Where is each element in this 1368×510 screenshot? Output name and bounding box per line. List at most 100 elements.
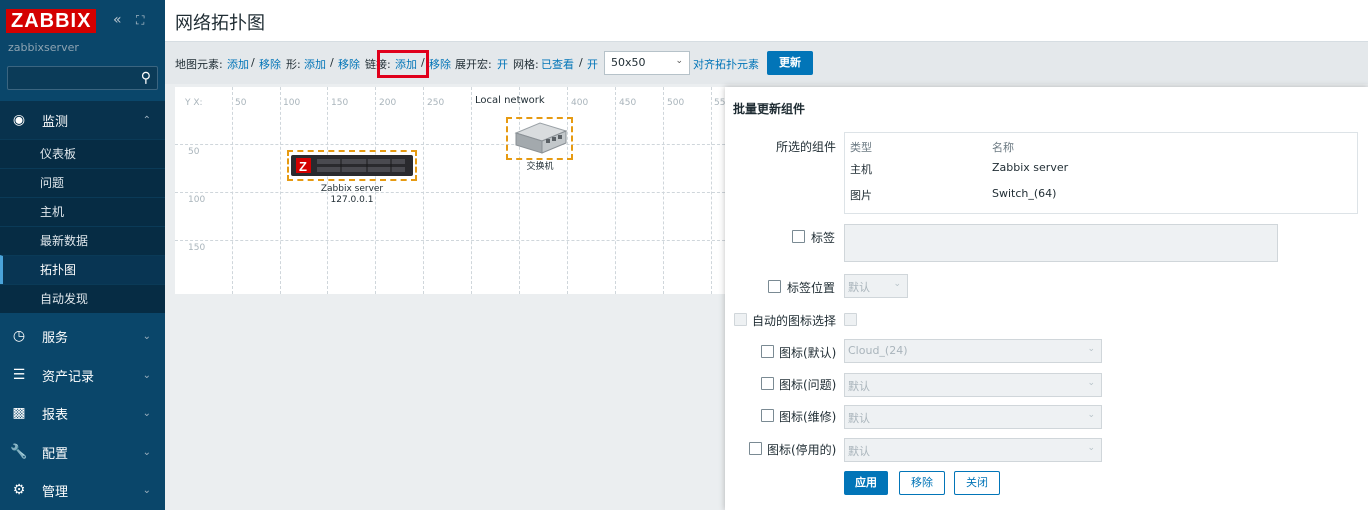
label-position-checkbox[interactable] bbox=[768, 280, 781, 293]
icon-maintenance-label: 图标(维修) bbox=[779, 410, 837, 424]
wrench-icon: 🔧 bbox=[10, 444, 28, 460]
auto-icon-checkbox[interactable] bbox=[734, 313, 747, 326]
x-tick: 55 bbox=[714, 98, 725, 108]
menu-inventory-label: 资产记录 bbox=[42, 369, 95, 385]
update-button[interactable]: 更新 bbox=[767, 51, 813, 75]
x-tick: 400 bbox=[571, 98, 589, 108]
submenu-maps[interactable]: 拓扑图 bbox=[0, 255, 165, 284]
icon-disabled-checkbox[interactable] bbox=[749, 442, 762, 455]
collapse-sidebar-icon[interactable]: « bbox=[113, 11, 122, 29]
expand-macros-toggle[interactable]: 开 bbox=[497, 56, 508, 72]
server-ip-label: 127.0.0.1 bbox=[330, 195, 374, 205]
menu-administration[interactable]: ⚙ 管理 ⌄ bbox=[0, 471, 165, 509]
page-title: 网络拓扑图 bbox=[175, 13, 265, 34]
icon-problem-label: 图标(问题) bbox=[779, 378, 837, 392]
icon-default-select[interactable]: Cloud_(24) ⌄ bbox=[844, 339, 1102, 363]
close-button[interactable]: 关闭 bbox=[954, 471, 1000, 495]
icon-default-checkbox[interactable] bbox=[761, 345, 774, 358]
chevron-down-icon: ⌄ bbox=[142, 369, 151, 381]
search-icon[interactable]: ⚲ bbox=[141, 70, 151, 86]
local-network-label: Local network bbox=[475, 95, 545, 106]
column-header-name: 名称 bbox=[992, 141, 1014, 154]
switch-icon[interactable] bbox=[510, 121, 569, 156]
menu-services[interactable]: ◷ 服务 ⌄ bbox=[0, 317, 165, 355]
icon-default-value: Cloud_(24) bbox=[848, 344, 908, 357]
table-cell: 图片 bbox=[850, 189, 872, 202]
chevron-up-icon: ⌃ bbox=[142, 114, 151, 126]
x-tick: 50 bbox=[235, 98, 247, 108]
menu-inventory[interactable]: ☰ 资产记录 ⌄ bbox=[0, 356, 165, 394]
clock-icon: ◷ bbox=[12, 328, 26, 344]
menu-reports-label: 报表 bbox=[42, 407, 69, 423]
icon-disabled-label: 图标(停用的) bbox=[767, 443, 837, 457]
grid-shown-toggle[interactable]: 已查看 bbox=[541, 56, 574, 72]
table-cell: Switch_(64) bbox=[992, 187, 1057, 200]
grid-label: 网格: bbox=[513, 58, 539, 71]
eye-icon: ◉ bbox=[12, 112, 26, 128]
list-icon: ☰ bbox=[12, 367, 26, 383]
y-tick: 50 bbox=[188, 147, 200, 157]
remove-shape-link[interactable]: 移除 bbox=[338, 56, 360, 72]
highlight-annotation-box bbox=[377, 50, 429, 78]
menu-reports[interactable]: ▩ 报表 ⌄ bbox=[0, 394, 165, 432]
y-tick: 150 bbox=[188, 243, 206, 253]
grid-size-select[interactable]: 50x50 ⌄ bbox=[604, 51, 690, 75]
zabbix-logo[interactable]: ZABBIX bbox=[6, 9, 97, 33]
menu-monitoring[interactable]: ◉ 监测 ⌃ bbox=[0, 101, 165, 139]
submenu-dashboard[interactable]: 仪表板 bbox=[0, 139, 165, 168]
submenu-problems[interactable]: 问题 bbox=[0, 168, 165, 197]
icon-maintenance-select[interactable]: 默认 ⌄ bbox=[844, 405, 1102, 429]
submenu-hosts[interactable]: 主机 bbox=[0, 197, 165, 226]
bar-chart-icon: ▩ bbox=[12, 405, 26, 421]
menu-services-label: 服务 bbox=[42, 330, 69, 346]
icon-default-label: 图标(默认) bbox=[779, 346, 837, 360]
mass-update-dialog: 批量更新组件 所选的组件 类型 名称 主机 Zabbix server 图片 S… bbox=[725, 87, 1368, 510]
submenu-latest-data[interactable]: 最新数据 bbox=[0, 226, 165, 255]
add-shape-link[interactable]: 添加 bbox=[304, 56, 326, 72]
expand-macros-label: 展开宏: bbox=[455, 58, 492, 71]
icon-maintenance-value: 默认 bbox=[848, 412, 870, 425]
icon-disabled-select[interactable]: 默认 ⌄ bbox=[844, 438, 1102, 462]
chevron-down-icon: ⌄ bbox=[675, 56, 683, 66]
grid-line bbox=[471, 87, 472, 294]
chevron-down-icon: ⌄ bbox=[142, 407, 151, 419]
gear-icon: ⚙ bbox=[12, 482, 26, 498]
apply-button[interactable]: 应用 bbox=[844, 471, 888, 495]
chevron-down-icon: ⌄ bbox=[893, 279, 901, 289]
submenu-discovery[interactable]: 自动发现 bbox=[0, 284, 165, 313]
add-element-link[interactable]: 添加 bbox=[227, 56, 249, 72]
map-canvas[interactable]: Y X: 50 100 150 200 250 400 450 500 55 5… bbox=[175, 87, 725, 294]
chevron-down-icon: ⌄ bbox=[142, 330, 151, 342]
label-position-select[interactable]: 默认 ⌄ bbox=[844, 274, 908, 298]
grid-line bbox=[663, 87, 664, 294]
x-tick: 250 bbox=[427, 98, 445, 108]
selected-elements-label: 所选的组件 bbox=[775, 140, 836, 154]
auto-icon-label: 自动的图标选择 bbox=[752, 314, 837, 328]
x-tick: 500 bbox=[667, 98, 685, 108]
icon-maintenance-checkbox[interactable] bbox=[761, 409, 774, 422]
remove-link-link[interactable]: 移除 bbox=[429, 56, 451, 72]
chevron-down-icon: ⌄ bbox=[142, 484, 151, 496]
label-textarea[interactable] bbox=[844, 224, 1278, 262]
kiosk-mode-icon[interactable]: ⛶ bbox=[136, 11, 144, 29]
remove-element-link[interactable]: 移除 bbox=[259, 56, 281, 72]
remove-button[interactable]: 移除 bbox=[899, 471, 945, 495]
auto-icon-toggle[interactable] bbox=[844, 313, 857, 326]
server-icon[interactable]: Z bbox=[291, 153, 413, 178]
search-input[interactable]: ⚲ bbox=[7, 66, 158, 90]
menu-configuration[interactable]: 🔧 配置 ⌄ bbox=[0, 433, 165, 471]
label-checkbox[interactable] bbox=[792, 230, 805, 243]
grid-on-toggle[interactable]: 开 bbox=[587, 56, 598, 72]
grid-line bbox=[175, 192, 725, 193]
shapes-label: 形: bbox=[286, 58, 301, 71]
icon-problem-checkbox[interactable] bbox=[761, 377, 774, 390]
label-field-label: 标签 bbox=[811, 231, 836, 245]
switch-label: 交换机 bbox=[526, 162, 554, 172]
chevron-down-icon: ⌄ bbox=[142, 446, 151, 458]
icon-problem-select[interactable]: 默认 ⌄ bbox=[844, 373, 1102, 397]
align-elements-link[interactable]: 对齐拓扑元素 bbox=[693, 56, 759, 72]
menu-configuration-label: 配置 bbox=[42, 446, 69, 462]
dialog-title: 批量更新组件 bbox=[733, 102, 806, 116]
x-tick: 150 bbox=[331, 98, 349, 108]
corner-label: Y X: bbox=[185, 98, 203, 108]
